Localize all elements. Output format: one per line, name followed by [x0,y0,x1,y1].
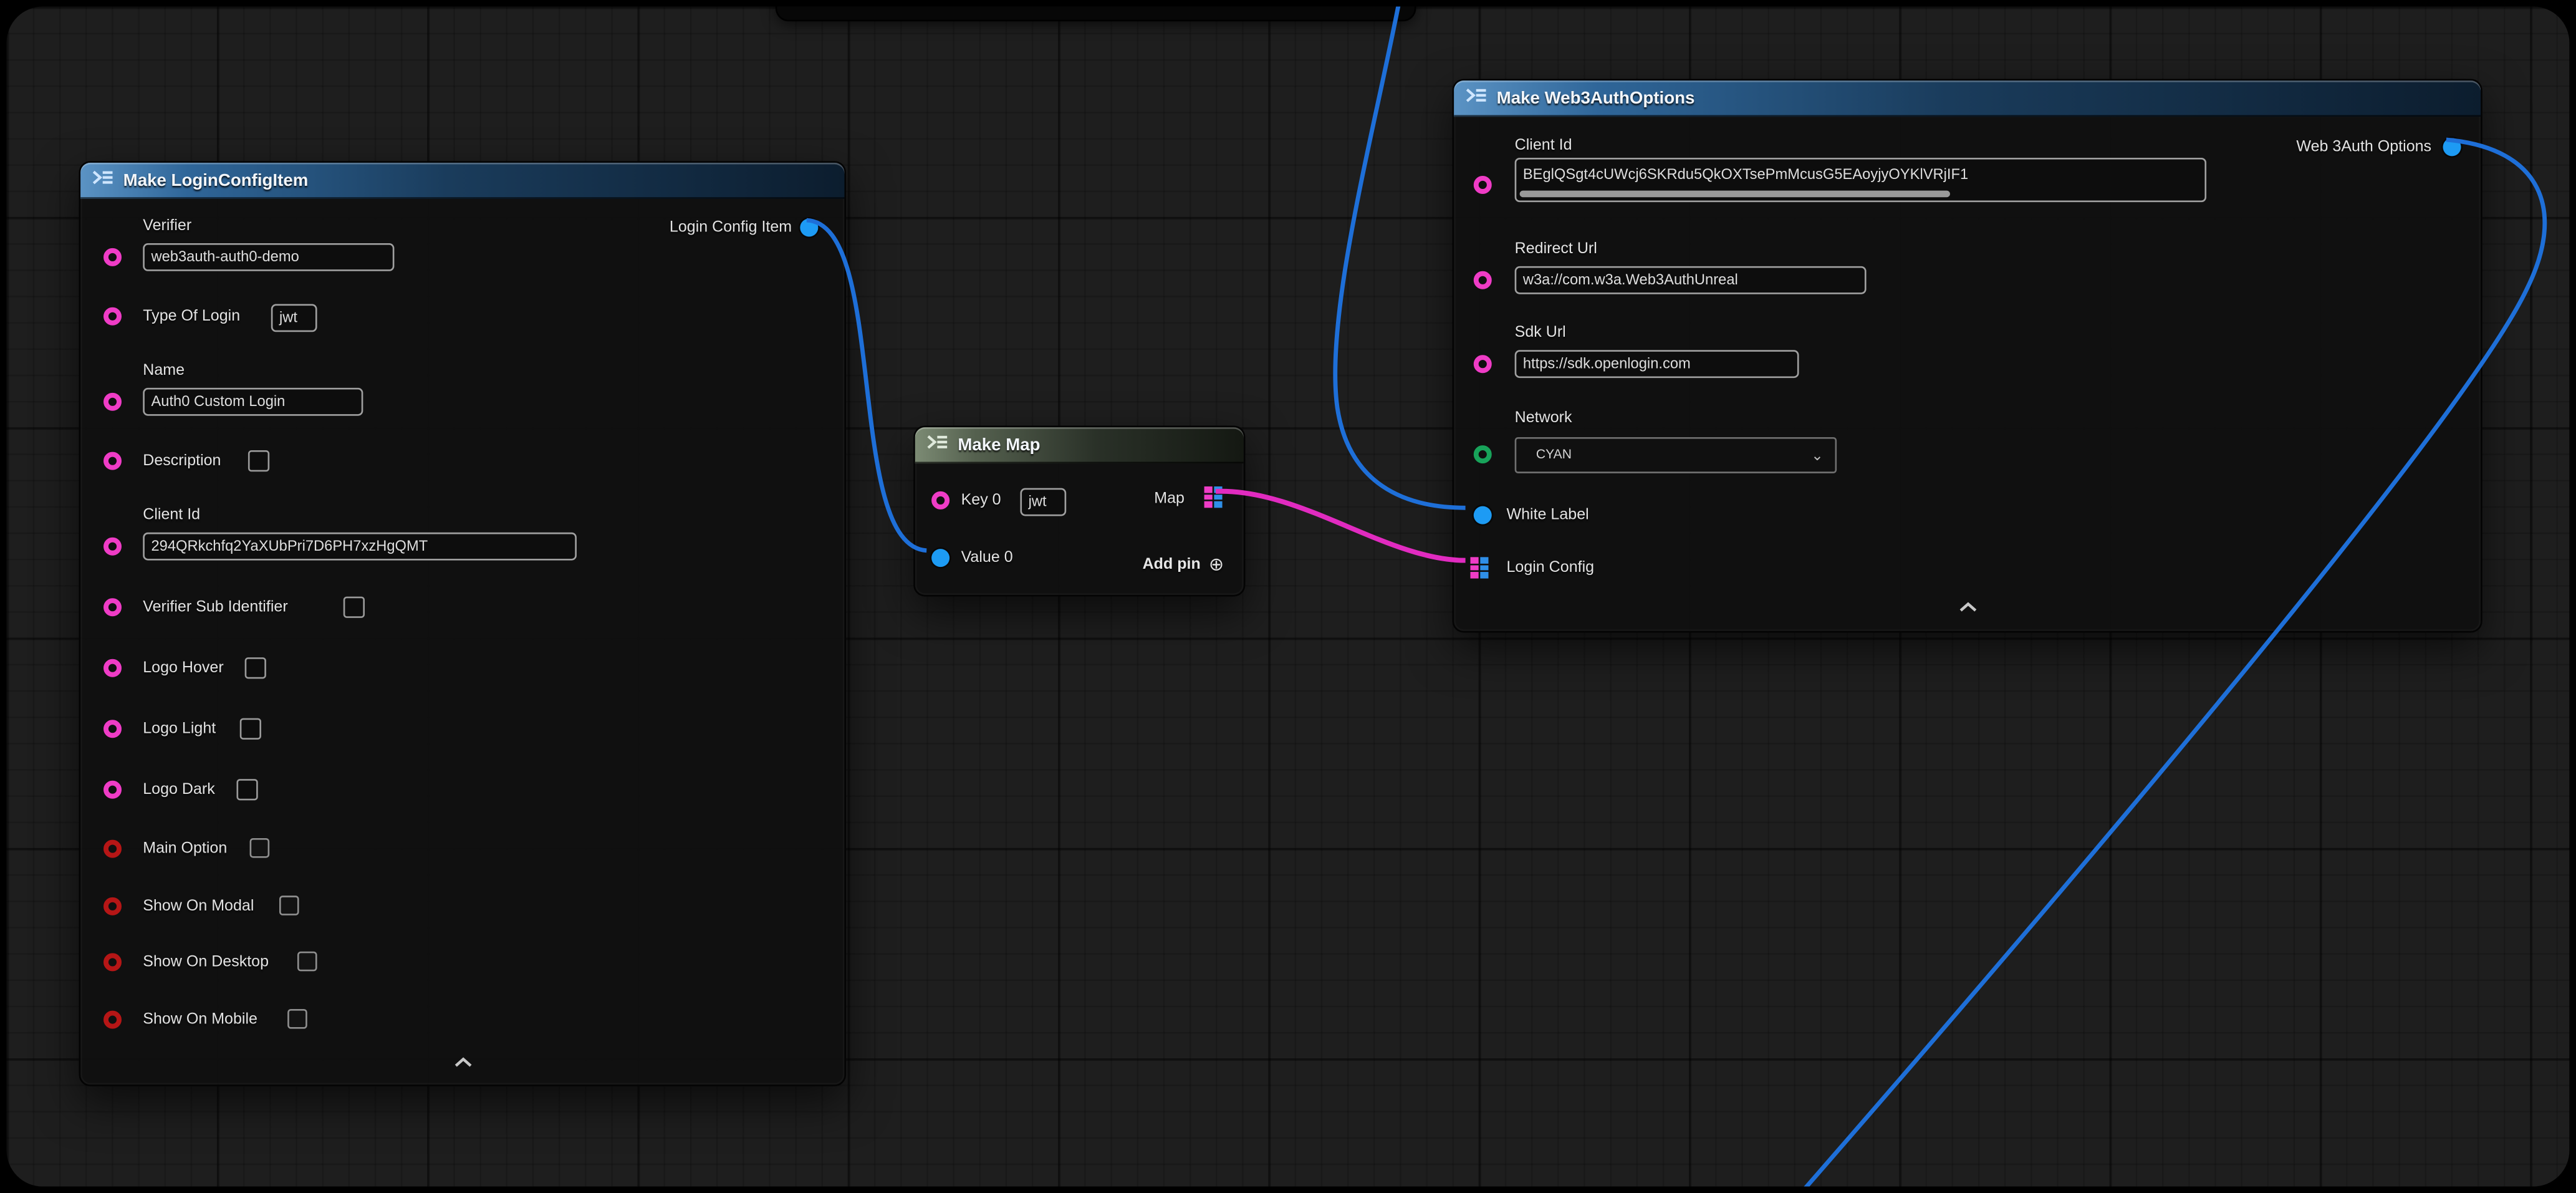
node-title: Make Map [958,435,1040,455]
input-pin-show-on-desktop[interactable] [103,953,122,971]
offscreen-node-partial[interactable] [776,7,1416,22]
client-id-text: BEglQSgt4cUWcj6SKRdu5QkOXTsePmMcusG5EAoy… [1523,166,1968,182]
sdk-url-input[interactable]: https://sdk.openlogin.com [1515,350,1799,378]
input-pin-description[interactable] [103,452,122,470]
make-struct-icon [92,166,113,195]
network-dropdown[interactable]: CYAN ⌄ [1515,437,1837,473]
node-header[interactable]: Make LoginConfigItem [80,163,844,199]
pin-label-logo-hover: Logo Hover [143,659,223,679]
input-pin-main-option[interactable] [103,840,122,858]
node-header[interactable]: Make Web3AuthOptions [1454,80,2481,117]
name-input[interactable]: Auth0 Custom Login [143,388,363,416]
input-pin-login-config[interactable] [1471,557,1489,577]
pin-label-logo-light: Logo Light [143,720,216,740]
input-pin-sdk-url[interactable] [1474,355,1492,373]
node-title: Make LoginConfigItem [123,171,309,191]
pin-label-client-id: Client Id [1515,137,1572,157]
collapse-chevron-icon[interactable] [1958,592,1978,621]
logo-dark-input[interactable] [236,779,257,800]
key-0-input[interactable]: jwt [1020,488,1066,516]
verifier-input[interactable]: web3auth-auth0-demo [143,243,394,271]
input-pin-key-0[interactable] [931,491,949,510]
field-scrollbar[interactable] [1520,191,1950,198]
pin-label-description: Description [143,452,221,472]
show-on-modal-checkbox[interactable] [279,896,299,915]
pin-label-verifier: Verifier [143,217,191,237]
output-pin-map[interactable] [1204,486,1223,507]
add-pin-button[interactable]: Add pin ⊕ [1143,554,1224,575]
client-id-input[interactable]: BEglQSgt4cUWcj6SKRdu5QkOXTsePmMcusG5EAoy… [1515,158,2206,202]
pin-label-redirect-url: Redirect Url [1515,240,1597,260]
show-on-mobile-checkbox[interactable] [287,1009,307,1029]
logo-light-input[interactable] [240,718,261,740]
input-pin-redirect-url[interactable] [1474,271,1492,289]
input-pin-show-on-mobile[interactable] [103,1011,122,1029]
redirect-url-input[interactable]: w3a://com.w3a.Web3AuthUnreal [1515,266,1867,294]
input-pin-show-on-modal[interactable] [103,897,122,915]
input-pin-verifier-sub-identifier[interactable] [103,598,122,616]
output-pin-label: Web 3Auth Options [2296,138,2431,158]
main-option-checkbox[interactable] [250,838,270,858]
type-of-login-input[interactable]: jwt [271,304,317,332]
pin-label-type-of-login: Type Of Login [143,307,240,327]
pin-label-show-on-mobile: Show On Mobile [143,1011,257,1031]
pin-label-show-on-modal: Show On Modal [143,897,254,917]
network-selected-value: CYAN [1536,447,1572,462]
input-pin-logo-light[interactable] [103,720,122,738]
output-pin-login-config-item[interactable] [800,218,818,236]
node-make-login-config-item[interactable]: Make LoginConfigItem Login Config Item V… [79,161,846,1086]
pin-label-sdk-url: Sdk Url [1515,324,1566,344]
logo-hover-input[interactable] [245,657,266,679]
pin-label-login-config: Login Config [1506,559,1594,579]
verifier-sub-identifier-input[interactable] [344,597,365,618]
pin-label-main-option: Main Option [143,840,227,860]
blueprint-editor: Make LoginConfigItem Login Config Item V… [0,0,2576,1193]
input-pin-value-0[interactable] [931,549,949,567]
pin-label-verifier-sub-identifier: Verifier Sub Identifier [143,598,287,618]
description-input[interactable] [248,450,269,471]
pin-label-white-label: White Label [1506,506,1588,526]
client-id-input[interactable]: 294QRkchfq2YaXUbPri7D6PH7xzHgQMT [143,533,577,561]
output-pin-label: Login Config Item [670,218,792,238]
input-pin-type-of-login[interactable] [103,307,122,326]
output-pin-web3auth-options[interactable] [2443,138,2461,156]
pin-label-key-0: Key 0 [961,491,1001,511]
add-pin-label: Add pin [1143,556,1201,574]
graph-canvas[interactable]: Make LoginConfigItem Login Config Item V… [7,7,2570,1187]
input-pin-logo-hover[interactable] [103,659,122,677]
node-make-map[interactable]: Make Map Key 0 jwt Map Value 0 Add pin ⊕ [913,426,1245,597]
make-map-icon [926,430,948,460]
pin-label-value-0: Value 0 [961,549,1013,569]
collapse-chevron-icon[interactable] [453,1047,473,1076]
pin-label-network: Network [1515,409,1572,429]
input-pin-verifier[interactable] [103,248,122,266]
node-title: Make Web3AuthOptions [1497,89,1695,109]
wire-map-to-login-config[interactable] [1216,491,1466,561]
show-on-desktop-checkbox[interactable] [297,952,317,972]
pin-label-client-id: Client Id [143,506,200,526]
output-pin-label: Map [1154,490,1185,510]
input-pin-name[interactable] [103,393,122,411]
input-pin-network[interactable] [1474,445,1492,463]
input-pin-logo-dark[interactable] [103,781,122,799]
pin-label-show-on-desktop: Show On Desktop [143,953,269,973]
chevron-down-icon: ⌄ [1811,439,1824,472]
pin-label-logo-dark: Logo Dark [143,781,215,801]
input-pin-client-id[interactable] [1474,176,1492,194]
input-pin-client-id[interactable] [103,538,122,556]
node-make-web3auth-options[interactable]: Make Web3AuthOptions Web 3Auth Options C… [1453,79,2482,632]
make-struct-icon [1466,84,1487,113]
pin-label-name: Name [143,362,185,382]
plus-circle-icon: ⊕ [1209,554,1224,575]
wire-top-to-white-label[interactable] [1335,7,1466,508]
input-pin-white-label[interactable] [1474,506,1492,524]
node-header[interactable]: Make Map [915,427,1244,463]
